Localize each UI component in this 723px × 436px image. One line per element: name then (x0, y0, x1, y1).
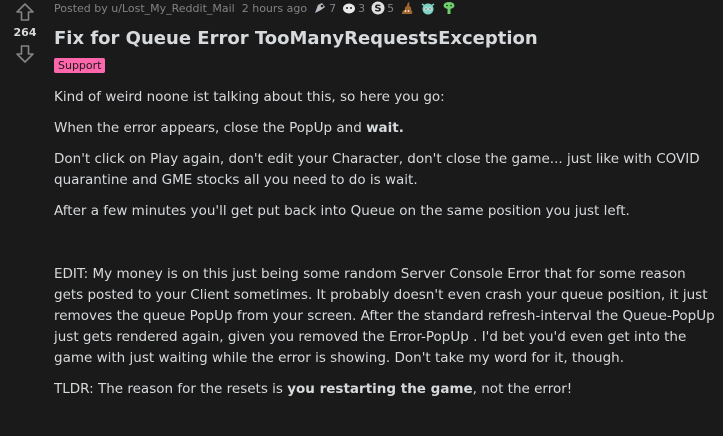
award-count: 5 (387, 1, 395, 15)
post-age[interactable]: 2 hours ago (242, 2, 307, 15)
award-count: 3 (358, 1, 366, 15)
post-paragraph: TLDR: The reason for the resets is you r… (54, 379, 719, 400)
post-content: Posted by u/Lost_My_Reddit_Mail 2 hours … (54, 0, 719, 410)
post-title[interactable]: Fix for Queue Error TooManyRequestsExcep… (54, 27, 719, 51)
paragraph-text: When the error appears, close the PopUp … (54, 120, 367, 136)
award-plant[interactable] (442, 1, 456, 15)
downvote-arrow-icon (16, 45, 34, 63)
post-paragraph: After a few minutes you'll get put back … (54, 203, 630, 219)
plant-award-icon (443, 2, 455, 14)
post-paragraph: Don't click on Play again, don't edit yo… (54, 151, 700, 188)
skull-award-icon (315, 3, 326, 13)
upvote-button[interactable] (13, 0, 37, 24)
bold-text: wait. (366, 120, 404, 136)
award-face[interactable]: 3 (342, 1, 365, 15)
post-meta: Posted by u/Lost_My_Reddit_Mail 2 hours … (54, 0, 719, 16)
upvote-arrow-icon (16, 3, 34, 21)
bold-text: you restarting the game (287, 381, 473, 397)
silver-coin-award-icon: S (371, 1, 385, 15)
post-paragraph: Kind of weird noone ist talking about th… (54, 89, 445, 105)
post-card: 264 Posted by u/Lost_My_Reddit_Mail 2 ho… (0, 0, 723, 436)
svg-text:S: S (375, 4, 382, 15)
award-skull[interactable]: 7 (313, 1, 336, 15)
award-silver[interactable]: S 5 (371, 1, 394, 15)
post-paragraph: EDIT: My money is on this just being som… (54, 266, 715, 366)
award-poop[interactable] (400, 1, 414, 15)
paragraph-text: , not the error! (472, 381, 573, 397)
vote-column: 264 (0, 0, 50, 66)
posted-by-link[interactable]: Posted by u/Lost_My_Reddit_Mail (54, 2, 235, 15)
vote-score: 264 (13, 26, 37, 39)
downvote-button[interactable] (13, 42, 37, 66)
post-flair[interactable]: Support (54, 58, 106, 73)
creature-award-icon (421, 3, 435, 15)
empty-line (54, 232, 719, 264)
award-count: 7 (329, 1, 337, 15)
post-paragraph: When the error appears, close the PopUp … (54, 118, 719, 139)
award-creature[interactable] (420, 1, 436, 15)
paragraph-text: TLDR: The reason for the resets is (54, 381, 288, 397)
post-body: Kind of weird noone ist talking about th… (54, 87, 719, 400)
poop-award-icon (402, 2, 413, 14)
face-award-icon (343, 3, 356, 14)
